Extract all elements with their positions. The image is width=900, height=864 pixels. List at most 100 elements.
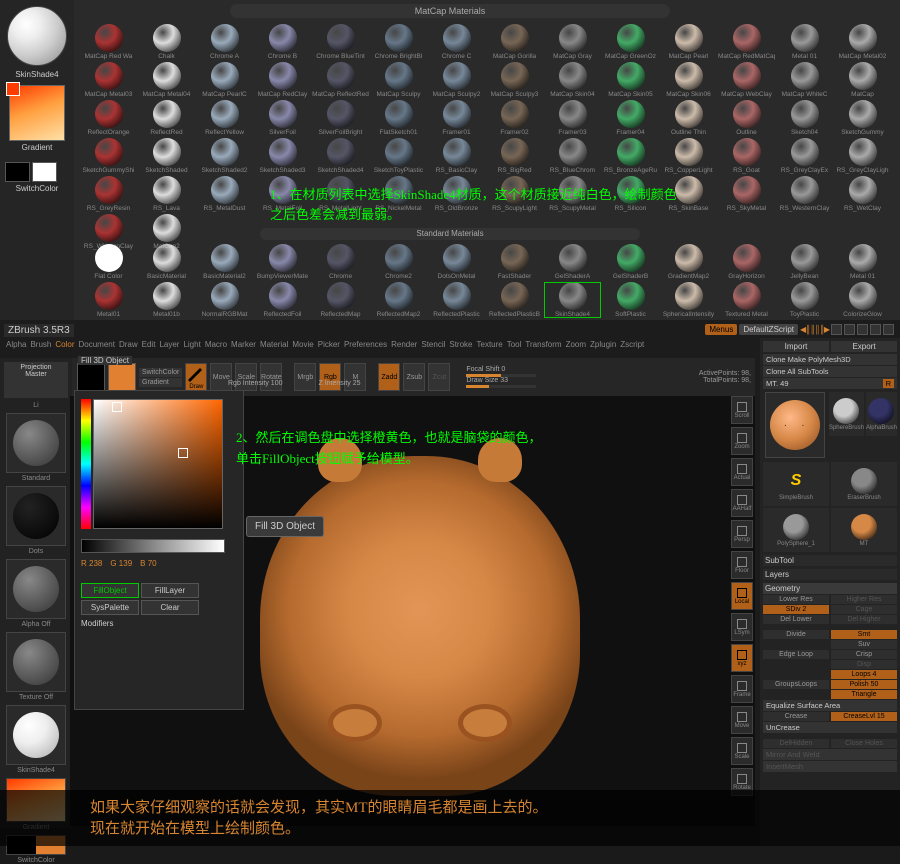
menu-brush[interactable]: Brush	[30, 340, 51, 354]
delhidden-button[interactable]: DelHidden	[763, 739, 829, 748]
material-Outline[interactable]: Outline	[718, 100, 775, 136]
material-Textured Metal[interactable]: Textured Metal	[718, 282, 775, 318]
tray-skinshade4[interactable]	[6, 705, 66, 765]
uncrease-button[interactable]: UnCrease	[763, 722, 897, 733]
material-FastShader[interactable]: FastShader	[486, 244, 543, 280]
syspalette-button[interactable]: SysPalette	[81, 600, 139, 615]
focal-label[interactable]: Focal Shift 0	[466, 366, 536, 373]
current-material-sphere[interactable]	[7, 6, 67, 66]
menu-stroke[interactable]: Stroke	[449, 340, 472, 354]
material-SketchShaded2[interactable]: SketchShaded2	[196, 138, 253, 174]
tool-mt[interactable]: MT	[831, 508, 897, 552]
material-SoftPlastic[interactable]: SoftPlastic	[602, 282, 659, 318]
side-aahalf[interactable]: AAHalf	[731, 489, 753, 517]
menu-macro[interactable]: Macro	[205, 340, 227, 354]
side-move[interactable]: Move	[731, 706, 753, 734]
cage-button[interactable]: Cage	[831, 605, 897, 614]
side-floor[interactable]: Floor	[731, 551, 753, 579]
material-MatCap Gorilla[interactable]: MatCap Gorilla	[486, 24, 543, 60]
menu-texture[interactable]: Texture	[477, 340, 503, 354]
closeholes-button[interactable]: Close Holes	[831, 739, 897, 748]
menu-light[interactable]: Light	[183, 340, 200, 354]
material-Chrome BlueTint[interactable]: Chrome BlueTint	[312, 24, 369, 60]
material-FlatSketch01[interactable]: FlatSketch01	[370, 100, 427, 136]
material-MatCap Pearl[interactable]: MatCap Pearl	[660, 24, 717, 60]
crisp-button[interactable]: Crisp	[831, 650, 897, 659]
tray-texture off[interactable]	[6, 632, 66, 692]
clear-button[interactable]: Clear	[141, 600, 199, 615]
menu-transform[interactable]: Transform	[525, 340, 561, 354]
modifiers-label[interactable]: Modifiers	[81, 619, 113, 628]
window-icon-5[interactable]	[883, 324, 894, 335]
menu-document[interactable]: Document	[79, 340, 115, 354]
material-RS_CopperLight[interactable]: RS_CopperLight	[660, 138, 717, 174]
groupsloops-button[interactable]: GroupsLoops	[763, 680, 829, 689]
menu-render[interactable]: Render	[391, 340, 417, 354]
higher-res-button[interactable]: Higher Res	[831, 595, 897, 604]
material-Metal 01[interactable]: Metal 01	[776, 24, 833, 60]
material-RS_GreyClayLigh[interactable]: RS_GreyClayLigh	[834, 138, 891, 174]
shelf-swatch-orange[interactable]	[108, 363, 136, 391]
material-Chrome[interactable]: Chrome	[312, 244, 369, 280]
polish-slider[interactable]: Polish 50	[831, 680, 897, 689]
material-RS_WetClay[interactable]: RS_WetClay	[834, 176, 891, 212]
material-SilverFoilBright[interactable]: SilverFoilBright	[312, 100, 369, 136]
menu-picker[interactable]: Picker	[318, 340, 340, 354]
material-SketchToyPlastic[interactable]: SketchToyPlastic	[370, 138, 427, 174]
material-RS_Goat[interactable]: RS_Goat	[718, 138, 775, 174]
side-local[interactable]: Local	[731, 582, 753, 610]
material-RS_Lava[interactable]: RS_Lava	[138, 176, 195, 212]
menu-stencil[interactable]: Stencil	[421, 340, 445, 354]
material-MatCap Sculpy[interactable]: MatCap Sculpy	[370, 62, 427, 98]
material-SkinShade4[interactable]: SkinShade4	[544, 282, 601, 318]
material-GradientMap2[interactable]: GradientMap2	[660, 244, 717, 280]
menu-draw[interactable]: Draw	[119, 340, 138, 354]
material-Metal 01[interactable]: Metal 01	[834, 244, 891, 280]
material-Metal01b[interactable]: Metal01b	[138, 282, 195, 318]
material-SilverFoil[interactable]: SilverFoil	[254, 100, 311, 136]
focal-slider[interactable]	[466, 374, 536, 377]
material-MatCap Skin05[interactable]: MatCap Skin05	[602, 62, 659, 98]
layers-section[interactable]: Layers	[763, 569, 897, 580]
material-RS_BigRed[interactable]: RS_BigRed	[486, 138, 543, 174]
tool-spherebrush[interactable]: SphereBrush	[829, 392, 864, 436]
shelf-gradient[interactable]: Gradient	[139, 378, 182, 387]
filllayer-button[interactable]: FillLayer	[141, 583, 199, 598]
material-BasicMaterial2[interactable]: BasicMaterial2	[196, 244, 253, 280]
loops-slider[interactable]: Loops 4	[831, 670, 897, 679]
material-RS_WesternClay[interactable]: RS_WesternClay	[776, 176, 833, 212]
clone-all-button[interactable]: Clone All SubTools	[763, 366, 897, 377]
edgeloop-button[interactable]: Edge Loop	[763, 650, 829, 659]
tool-polysphere_1[interactable]: PolySphere_1	[763, 508, 829, 552]
zcut-button[interactable]: Zcut	[428, 363, 450, 391]
menu-marker[interactable]: Marker	[231, 340, 256, 354]
menu-edit[interactable]: Edit	[142, 340, 156, 354]
menu-alpha[interactable]: Alpha	[6, 340, 26, 354]
material-MatCap Red Wa[interactable]: MatCap Red Wa	[80, 24, 137, 60]
side-actual[interactable]: Actual	[731, 458, 753, 486]
material-ReflectedMap2[interactable]: ReflectedMap2	[370, 282, 427, 318]
material-MatCap Sculpy3[interactable]: MatCap Sculpy3	[486, 62, 543, 98]
r-toggle[interactable]: R	[883, 379, 894, 388]
hue-strip[interactable]	[81, 399, 91, 529]
side-frame[interactable]: Frame	[731, 675, 753, 703]
draw-mode-button[interactable]: Draw	[185, 363, 207, 391]
material-ReflectedPlastic[interactable]: ReflectedPlastic	[428, 282, 485, 318]
tool-alphabrush[interactable]: AlphaBrush	[866, 392, 897, 436]
active-tool-preview[interactable]	[765, 392, 825, 458]
shelf-switchcolor[interactable]: SwitchColor	[139, 368, 182, 377]
material-ToyPlastic[interactable]: ToyPlastic	[776, 282, 833, 318]
default-zscript[interactable]: DefaultZScript	[739, 324, 798, 335]
material-ReflectedMap[interactable]: ReflectedMap	[312, 282, 369, 318]
draw-label[interactable]: Draw Size 33	[466, 377, 536, 384]
fillobject-button[interactable]: FillObject	[81, 583, 139, 598]
material-RS_BlueChrom[interactable]: RS_BlueChrom	[544, 138, 601, 174]
material-RS_SkyMetal[interactable]: RS_SkyMetal	[718, 176, 775, 212]
material-Framer03[interactable]: Framer03	[544, 100, 601, 136]
subtool-section[interactable]: SubTool	[763, 555, 897, 566]
tool-simplebrush[interactable]: SSimpleBrush	[763, 462, 829, 506]
material-ReflectRed[interactable]: ReflectRed	[138, 100, 195, 136]
material-SketchShaded[interactable]: SketchShaded	[138, 138, 195, 174]
material-MatCap Skin04[interactable]: MatCap Skin04	[544, 62, 601, 98]
tray-dots[interactable]	[6, 486, 66, 546]
